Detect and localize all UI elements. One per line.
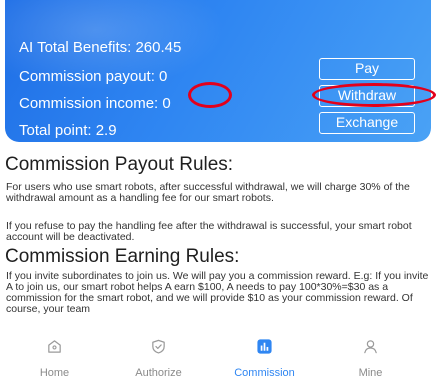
commission-income-text: Commission income: 0: [19, 95, 171, 112]
total-benefits-text: AI Total Benefits: 260.45: [19, 39, 182, 56]
tab-authorize[interactable]: Authorize: [104, 330, 213, 385]
benefits-card: AI Total Benefits: 260.45 Commission pay…: [5, 0, 431, 142]
payout-rules-paragraph-2: If you refuse to pay the handling fee af…: [6, 220, 412, 243]
exchange-button[interactable]: Exchange: [319, 112, 415, 134]
user-icon: [364, 340, 377, 354]
commission-payout-text: Commission payout: 0: [19, 68, 168, 85]
tab-commission[interactable]: Commission: [210, 330, 319, 385]
income-highlight-circle: [188, 82, 232, 108]
payout-rules-title: Commission Payout Rules:: [5, 154, 234, 175]
pay-button[interactable]: Pay: [319, 58, 415, 80]
bar-chart-icon: [257, 339, 272, 354]
shield-check-icon: [152, 339, 165, 354]
payout-rules-paragraph-1: For users who use smart robots, after su…: [6, 181, 410, 204]
tab-mine-label: Mine: [358, 367, 383, 379]
tab-home-label: Home: [39, 367, 70, 379]
home-icon: [48, 340, 61, 353]
bottom-tab-bar: Home Authorize Commission Mine: [0, 330, 436, 385]
tab-commission-label: Commission: [234, 367, 295, 379]
tab-authorize-label: Authorize: [135, 367, 182, 379]
earning-rules-title: Commission Earning Rules:: [5, 246, 240, 267]
earning-rules-paragraph: If you invite subordinates to join us. W…: [6, 270, 429, 315]
tab-mine[interactable]: Mine: [316, 330, 425, 385]
withdraw-highlight-circle: [312, 83, 436, 107]
tab-home[interactable]: Home: [0, 330, 109, 385]
total-point-text: Total point: 2.9: [19, 122, 117, 139]
